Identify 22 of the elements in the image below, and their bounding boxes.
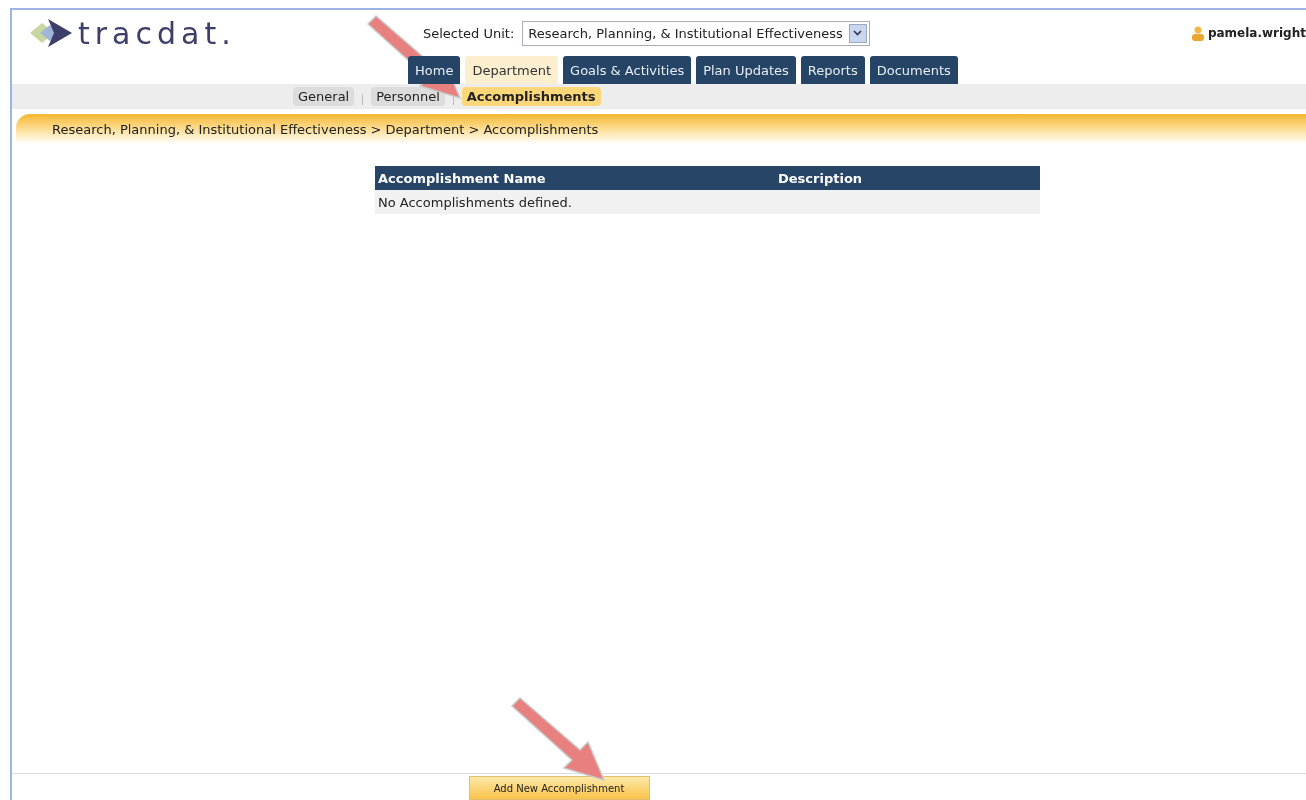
column-header: Description (777, 170, 863, 186)
add-accomplishment-button[interactable]: Add New Accomplishment (468, 776, 650, 800)
unit-label: Selected Unit: (423, 25, 515, 41)
sub-tab[interactable]: General (293, 87, 355, 106)
column-header: Accomplishment Name (377, 170, 546, 186)
nav-tab[interactable]: Department (465, 56, 559, 84)
nav-tab[interactable]: Documents (869, 56, 958, 84)
chevron-down-icon (853, 30, 863, 36)
logo-wordmark: tracdat. (78, 15, 236, 51)
sub-tab[interactable]: Personnel (371, 87, 445, 106)
username[interactable]: pamela.wright (1207, 26, 1306, 40)
nav-tab[interactable]: Goals & Activities (563, 56, 692, 84)
diamond-logo-icon (28, 17, 74, 49)
nav-tab[interactable]: Home (408, 56, 461, 84)
nav-tab[interactable]: Plan Updates (696, 56, 796, 84)
breadcrumb: Research, Planning, & Institutional Effectiveness > Department > Accomplishments (52, 121, 599, 137)
sub-tab[interactable]: Accomplishments (461, 87, 601, 106)
empty-message: No Accomplishments defined. (377, 194, 572, 210)
user-icon (1190, 25, 1205, 41)
unit-select[interactable]: Research, Planning, & Institutional Effectiveness (522, 20, 870, 46)
pointer-arrow-icon (508, 696, 608, 782)
nav-tab[interactable]: Reports (800, 56, 865, 84)
